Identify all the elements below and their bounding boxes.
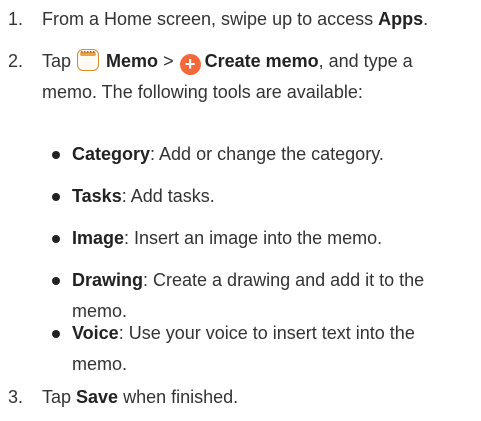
list-item-text: Tasks: Add tasks. — [72, 181, 472, 212]
tool-name: Voice — [72, 323, 119, 343]
create-memo-label: Create memo — [204, 51, 319, 71]
step-number: 3. — [8, 387, 24, 407]
memo-app-icon — [77, 49, 100, 71]
tool-desc: : Use your voice to insert text into the… — [72, 323, 415, 374]
list-item-text: Image: Insert an image into the memo. — [72, 223, 472, 254]
save-label: Save — [76, 387, 119, 407]
tool-desc: : Add or change the category. — [150, 144, 384, 164]
step-text-part: when finished. — [118, 387, 239, 407]
separator: > — [158, 51, 179, 71]
tool-desc: : Insert an image into the memo. — [124, 228, 383, 248]
instructions-document: 1. From a Home screen, swipe up to acces… — [0, 0, 481, 421]
step-number: 1. — [8, 9, 24, 29]
tool-name: Drawing — [72, 270, 144, 290]
step-text-part: memo. The following tools are available: — [42, 82, 363, 102]
step-text: Tap Save when finished. — [42, 382, 472, 413]
bullet-icon — [52, 151, 60, 159]
tool-name: Category — [72, 144, 151, 164]
list-item-text: Voice: Use your voice to insert text int… — [72, 318, 472, 380]
tool-name: Tasks — [72, 186, 122, 206]
step-number: 2. — [8, 51, 24, 71]
tool-desc: : Add tasks. — [121, 186, 215, 206]
bullet-icon — [52, 193, 60, 201]
step-text-part: Tap — [42, 51, 77, 71]
list-item-text: Category: Add or change the category. — [72, 139, 472, 170]
tool-name: Image — [72, 228, 125, 248]
step-text-part: From a Home screen, swipe up to access — [42, 9, 379, 29]
step-text-part: , and type a — [318, 51, 413, 71]
step-text: From a Home screen, swipe up to access A… — [42, 4, 472, 35]
bullet-icon — [52, 277, 60, 285]
apps-label: Apps — [378, 9, 424, 29]
bullet-icon — [52, 330, 60, 338]
step-text: Tap Memo > + Create memo, and type a memo.… — [42, 46, 472, 108]
bullet-icon — [52, 235, 60, 243]
step-text-part: Tap — [42, 387, 77, 407]
memo-label: Memo — [106, 51, 159, 71]
plus-circle-icon: + — [179, 54, 201, 75]
step-text-part: . — [423, 9, 429, 29]
